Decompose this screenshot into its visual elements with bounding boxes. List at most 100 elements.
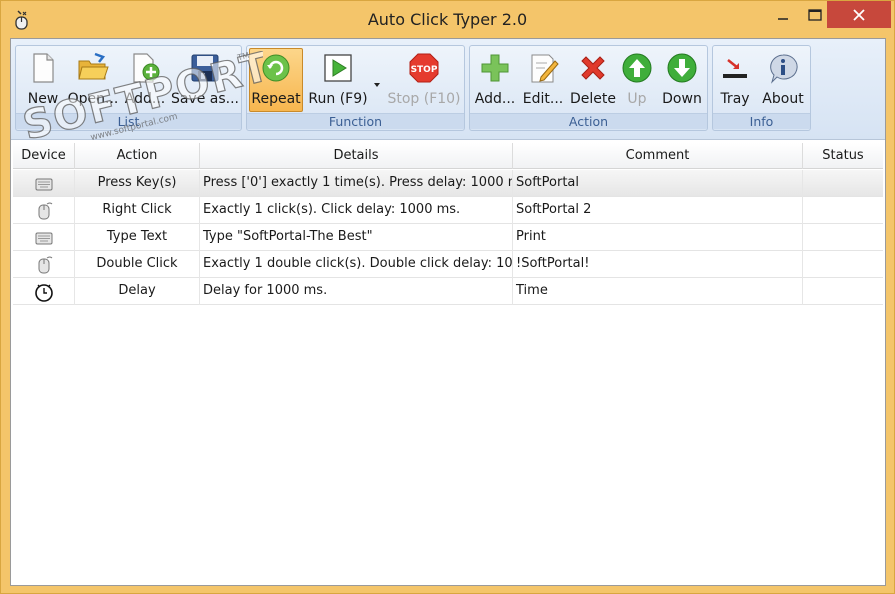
down-button-label: Down bbox=[662, 91, 702, 107]
ribbon-group-function: Repeat Run (F9) STOP Stop (F10) Function bbox=[246, 45, 465, 131]
status-cell bbox=[803, 278, 883, 305]
add-list-button-label: Add... bbox=[124, 91, 166, 107]
new-button-label: New bbox=[27, 91, 59, 107]
details-cell: Exactly 1 click(s). Click delay: 1000 ms… bbox=[200, 197, 513, 224]
new-button[interactable]: New bbox=[20, 49, 66, 113]
svg-text:STOP: STOP bbox=[411, 65, 438, 75]
column-header-device[interactable]: Device bbox=[13, 143, 75, 169]
column-header-comment[interactable]: Comment bbox=[513, 143, 803, 169]
ribbon-group-info: Tray About Info bbox=[712, 45, 811, 131]
about-button-label: About bbox=[762, 91, 804, 107]
ribbon-group-list: New Open... Add... Save as... List bbox=[15, 45, 242, 131]
open-button-label: Open... bbox=[67, 91, 119, 107]
title-bar[interactable]: Auto Click Typer 2.0 bbox=[1, 1, 894, 37]
ribbon-group-action: Add... Edit... Delete Up Down Action bbox=[469, 45, 708, 131]
ribbon-group-action-label: Action bbox=[470, 113, 707, 129]
edit-icon bbox=[531, 54, 559, 83]
device-cell bbox=[13, 170, 75, 197]
table-row[interactable]: Type Text Type "SoftPortal-The Best" Pri… bbox=[13, 224, 883, 251]
maximize-icon bbox=[808, 9, 822, 21]
app-window: Auto Click Typer 2.0 New Open... Add... … bbox=[0, 0, 895, 594]
repeat-button-label: Repeat bbox=[251, 91, 301, 107]
clock-icon bbox=[34, 284, 53, 302]
info-icon bbox=[770, 54, 798, 84]
column-header-details[interactable]: Details bbox=[200, 143, 513, 169]
add-action-button[interactable]: Add... bbox=[474, 49, 516, 113]
table-header: Device Action Details Comment Status bbox=[13, 143, 883, 169]
run-button[interactable]: Run (F9) bbox=[307, 49, 369, 113]
up-arrow-icon bbox=[622, 53, 652, 83]
comment-cell: !SoftPortal! bbox=[513, 251, 803, 278]
device-cell bbox=[13, 224, 75, 251]
tray-icon bbox=[723, 59, 747, 78]
status-cell bbox=[803, 251, 883, 278]
delete-icon bbox=[581, 56, 605, 80]
add-action-button-label: Add... bbox=[474, 91, 516, 107]
tray-button-label: Tray bbox=[720, 91, 750, 107]
delete-button-label: Delete bbox=[570, 91, 616, 107]
up-button-label: Up bbox=[627, 91, 647, 107]
play-icon bbox=[324, 54, 352, 82]
status-cell bbox=[803, 197, 883, 224]
action-cell: Double Click bbox=[75, 251, 200, 278]
comment-cell: SoftPortal 2 bbox=[513, 197, 803, 224]
table-row[interactable]: Double Click Exactly 1 double click(s). … bbox=[13, 251, 883, 278]
save-as-button[interactable]: Save as... bbox=[171, 49, 239, 113]
close-icon bbox=[853, 8, 865, 21]
details-cell: Press ['0'] exactly 1 time(s). Press del… bbox=[200, 170, 513, 197]
run-button-label: Run (F9) bbox=[308, 91, 368, 107]
comment-cell: Time bbox=[513, 278, 803, 305]
about-button[interactable]: About bbox=[759, 49, 807, 113]
close-button[interactable] bbox=[827, 1, 891, 28]
table-row[interactable]: Delay Delay for 1000 ms. Time bbox=[13, 278, 883, 305]
down-arrow-icon bbox=[667, 53, 697, 83]
minimize-icon bbox=[778, 18, 788, 20]
add-file-icon bbox=[133, 53, 160, 83]
edit-button[interactable]: Edit... bbox=[522, 49, 564, 113]
stop-button-label: Stop (F10) bbox=[387, 91, 461, 107]
mouse-icon bbox=[38, 202, 52, 220]
keyboard-icon bbox=[35, 232, 52, 245]
stop-icon: STOP bbox=[409, 53, 439, 83]
table-row[interactable]: Right Click Exactly 1 click(s). Click de… bbox=[13, 197, 883, 224]
plus-icon bbox=[481, 54, 509, 82]
save-icon bbox=[191, 54, 219, 82]
details-cell: Exactly 1 double click(s). Double click … bbox=[200, 251, 513, 278]
action-cell: Press Key(s) bbox=[75, 170, 200, 197]
action-cell: Type Text bbox=[75, 224, 200, 251]
column-header-action[interactable]: Action bbox=[75, 143, 200, 169]
comment-cell: SoftPortal bbox=[513, 170, 803, 197]
save-as-button-label: Save as... bbox=[170, 91, 240, 107]
comment-cell: Print bbox=[513, 224, 803, 251]
stop-button[interactable]: STOP Stop (F10) bbox=[387, 49, 461, 113]
device-cell bbox=[13, 278, 75, 305]
column-header-status[interactable]: Status bbox=[803, 143, 883, 169]
client-area: New Open... Add... Save as... List Repea… bbox=[10, 38, 886, 586]
run-dropdown-arrow-icon[interactable] bbox=[373, 81, 381, 89]
minimize-button[interactable] bbox=[767, 1, 799, 29]
tray-button[interactable]: Tray bbox=[717, 49, 753, 113]
device-cell bbox=[13, 197, 75, 224]
repeat-button[interactable]: Repeat bbox=[249, 48, 303, 112]
repeat-icon bbox=[262, 54, 290, 82]
mouse-icon bbox=[38, 256, 52, 274]
down-button[interactable]: Down bbox=[660, 49, 704, 113]
open-folder-icon bbox=[78, 52, 109, 80]
status-cell bbox=[803, 224, 883, 251]
up-button[interactable]: Up bbox=[620, 49, 654, 113]
table-row[interactable]: Press Key(s) Press ['0'] exactly 1 time(… bbox=[13, 170, 883, 197]
open-button[interactable]: Open... bbox=[68, 49, 118, 113]
window-title: Auto Click Typer 2.0 bbox=[367, 10, 528, 29]
add-list-button[interactable]: Add... bbox=[122, 49, 168, 113]
new-file-icon bbox=[33, 53, 54, 83]
ribbon-toolbar: New Open... Add... Save as... List Repea… bbox=[11, 39, 885, 141]
delete-button[interactable]: Delete bbox=[570, 49, 616, 113]
device-cell bbox=[13, 251, 75, 278]
keyboard-icon bbox=[35, 178, 52, 191]
details-cell: Delay for 1000 ms. bbox=[200, 278, 513, 305]
ribbon-group-list-label: List bbox=[16, 113, 241, 129]
status-cell bbox=[803, 170, 883, 197]
details-cell: Type "SoftPortal-The Best" bbox=[200, 224, 513, 251]
action-cell: Delay bbox=[75, 278, 200, 305]
edit-button-label: Edit... bbox=[522, 91, 564, 107]
